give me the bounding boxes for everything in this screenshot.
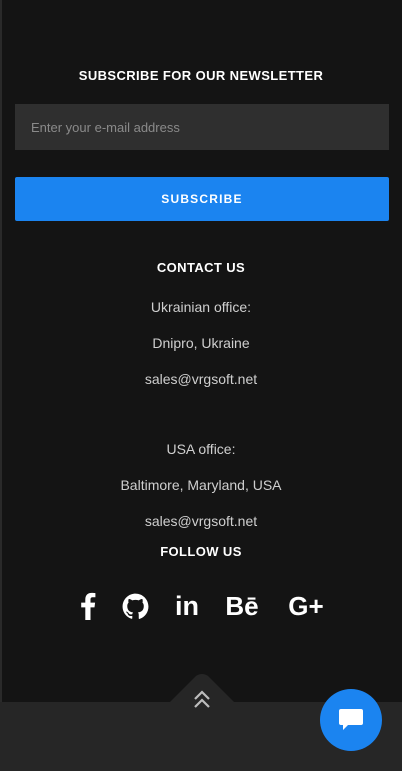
github-link[interactable]	[120, 588, 150, 624]
ukraine-office-location: Dnipro, Ukraine	[152, 335, 250, 351]
email-input[interactable]	[15, 104, 389, 150]
subscribe-button[interactable]: SUBSCRIBE	[15, 177, 389, 221]
linkedin-icon: in	[175, 590, 199, 621]
follow-title: FOLLOW US	[160, 544, 242, 559]
usa-office-email[interactable]: sales@vrgsoft.net	[0, 513, 402, 529]
scroll-to-top-button[interactable]	[168, 674, 236, 708]
ukraine-office-heading: Ukrainian office:	[150, 299, 252, 315]
google-plus-icon: G+	[288, 590, 324, 621]
google-plus-link[interactable]: G+	[283, 588, 329, 624]
behance-link[interactable]: Bē	[222, 588, 262, 624]
facebook-icon	[81, 592, 96, 620]
behance-icon: Bē	[225, 590, 259, 621]
linkedin-link[interactable]: in	[170, 588, 204, 624]
contact-title: CONTACT US	[156, 260, 246, 275]
facebook-link[interactable]	[76, 588, 100, 624]
usa-office-location: Baltimore, Maryland, USA	[120, 477, 282, 493]
ukraine-office-email[interactable]: sales@vrgsoft.net	[0, 371, 402, 387]
newsletter-title: SUBSCRIBE FOR OUR NEWSLETTER	[78, 68, 324, 83]
github-icon	[122, 593, 148, 619]
double-chevron-up-icon	[194, 690, 210, 708]
chat-button[interactable]	[320, 689, 382, 751]
social-links: in Bē G+	[0, 588, 402, 628]
chat-bubble-icon	[339, 709, 363, 730]
site-footer: SUBSCRIBE FOR OUR NEWSLETTER SUBSCRIBE C…	[0, 0, 402, 771]
usa-office-heading: USA office:	[166, 441, 236, 457]
